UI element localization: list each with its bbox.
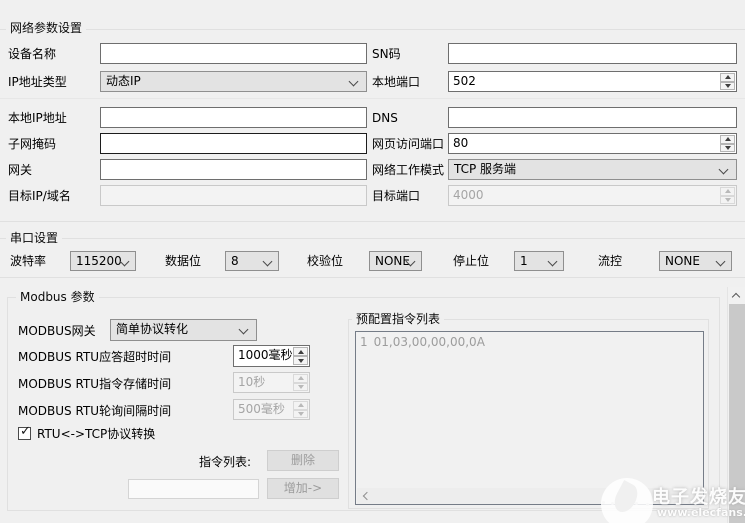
spinner-buttons[interactable] bbox=[293, 347, 308, 365]
delete-button-label: 删除 bbox=[291, 453, 315, 467]
vertical-scrollbar[interactable] bbox=[727, 287, 745, 523]
chevron-down-icon bbox=[239, 325, 249, 335]
store-time-spinner: 10秒 bbox=[233, 372, 310, 393]
arrow-up-icon bbox=[298, 376, 304, 380]
add-button-label: 增加-> bbox=[284, 481, 322, 495]
network-group-title: 网络参数设置 bbox=[6, 21, 86, 35]
chevron-up-icon bbox=[732, 293, 740, 301]
modbus-gateway-value: 简单协议转化 bbox=[116, 322, 188, 336]
modbus-group-title: Modbus 参数 bbox=[16, 290, 99, 304]
command-input[interactable]: , , , , , bbox=[128, 479, 259, 499]
add-button[interactable]: 增加-> bbox=[267, 478, 339, 499]
arrow-up-icon bbox=[298, 350, 304, 354]
scrollbar-thumb[interactable] bbox=[729, 304, 745, 523]
config-window: 网络参数设置 设备名称 A0001 SN码 00001 IP地址类型 动态IP … bbox=[0, 0, 745, 523]
preconfig-listbox[interactable]: 1 01,03,00,00,00,0A bbox=[355, 331, 704, 505]
modbus-gateway-select[interactable]: 简单协议转化 bbox=[110, 319, 257, 341]
list-item-command: 01,03,00,00,00,0A bbox=[374, 335, 485, 349]
network-groupbox bbox=[0, 29, 745, 222]
preconfig-list-item[interactable]: 1 01,03,00,00,00,0A bbox=[356, 332, 703, 349]
poll-interval-value: 500毫秒 bbox=[238, 400, 285, 419]
spin-up-button bbox=[293, 401, 308, 410]
arrow-down-icon bbox=[298, 385, 304, 389]
cmd-list-label: 指令列表: bbox=[199, 455, 251, 470]
arrow-down-icon bbox=[298, 359, 304, 363]
horizontal-scrollbar[interactable] bbox=[357, 488, 702, 504]
spin-up-button[interactable] bbox=[293, 347, 308, 356]
response-timeout-spinner[interactable]: 1000毫秒 bbox=[233, 345, 310, 367]
spin-up-button bbox=[293, 374, 308, 383]
spin-down-button[interactable] bbox=[293, 356, 308, 365]
checkmark-icon: ✓ bbox=[20, 424, 31, 439]
list-item-index: 1 bbox=[360, 335, 368, 349]
rtu-tcp-checkbox-label[interactable]: RTU<->TCP协议转换 bbox=[37, 427, 155, 442]
poll-interval-spinner: 500毫秒 bbox=[233, 399, 310, 420]
scroll-up-button[interactable] bbox=[728, 287, 745, 304]
rtu-tcp-checkbox[interactable]: ✓ bbox=[18, 427, 31, 440]
spin-down-button bbox=[293, 410, 308, 419]
spinner-buttons bbox=[293, 401, 308, 418]
serial-groupbox bbox=[0, 238, 745, 278]
arrow-down-icon bbox=[298, 412, 304, 416]
spin-down-button bbox=[293, 383, 308, 392]
arrow-up-icon bbox=[298, 403, 304, 407]
spinner-buttons bbox=[293, 374, 308, 391]
store-time-value: 10秒 bbox=[238, 373, 265, 392]
delete-button[interactable]: 删除 bbox=[267, 450, 339, 471]
preconfig-group-title: 预配置指令列表 bbox=[352, 312, 444, 326]
response-timeout-value: 1000毫秒 bbox=[238, 346, 293, 365]
serial-group-title: 串口设置 bbox=[6, 231, 62, 245]
chevron-left-icon bbox=[363, 492, 371, 500]
